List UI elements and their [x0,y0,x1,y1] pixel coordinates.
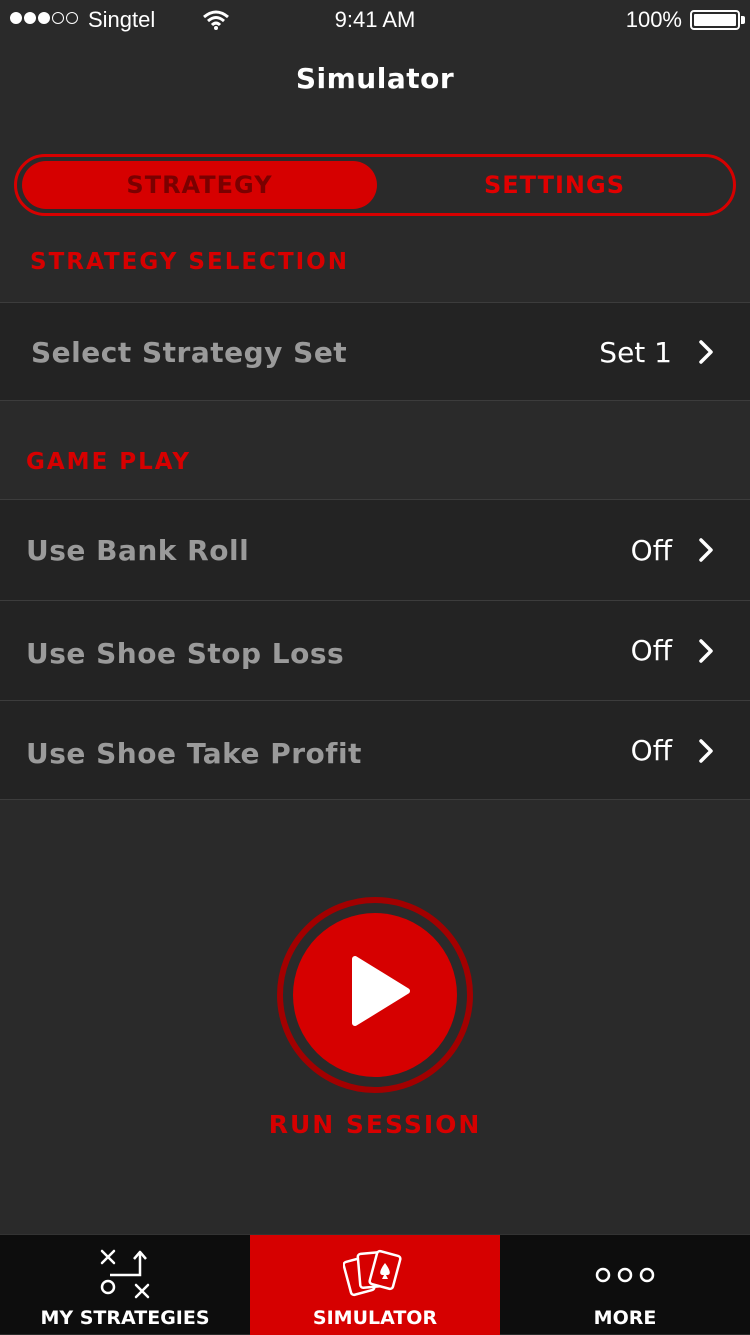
row-label: Use Bank Roll [26,534,250,567]
tab-label: MORE [593,1307,657,1329]
tab-label: SIMULATOR [312,1307,438,1329]
more-dots-icon [500,1265,750,1285]
segmented-control: STRATEGY SETTINGS [14,154,736,216]
row-label: Select Strategy Set [31,336,348,369]
section-header-game-play: GAME PLAY [26,449,192,475]
use-shoe-take-profit-row[interactable]: Use Shoe Take Profit Off [0,700,750,800]
tab-simulator[interactable]: SIMULATOR [250,1235,500,1335]
chevron-right-icon [698,738,714,768]
row-label: Use Shoe Stop Loss [26,637,345,670]
tab-my-strategies[interactable]: MY STRATEGIES [0,1235,250,1335]
run-session-button[interactable] [277,897,473,1093]
tab-more[interactable]: MORE [500,1235,750,1335]
chevron-right-icon [698,537,714,567]
use-shoe-stop-loss-row[interactable]: Use Shoe Stop Loss Off [0,600,750,700]
play-button-circle[interactable] [293,913,457,1077]
playbook-icon [0,1247,250,1301]
row-value: Set 1 [599,336,672,369]
select-strategy-set-row[interactable]: Select Strategy Set Set 1 [0,302,750,401]
tab-settings[interactable]: SETTINGS [377,161,732,209]
tab-bar: MY STRATEGIES SIMULATOR MORE [0,1234,750,1335]
row-value: Off [630,634,672,667]
row-label: Use Shoe Take Profit [26,737,362,770]
play-icon [352,956,410,1026]
run-session-label[interactable]: RUN SESSION [0,1110,750,1139]
row-value: Off [630,734,672,767]
use-bank-roll-row[interactable]: Use Bank Roll Off [0,499,750,600]
cards-icon [250,1247,500,1301]
section-header-strategy-selection: STRATEGY SELECTION [30,249,349,275]
battery-percent: 100% [625,7,682,32]
status-bar: Singtel 9:41 AM 100% [0,0,750,40]
tab-strategy[interactable]: STRATEGY [22,161,377,209]
tab-label: MY STRATEGIES [40,1307,210,1329]
chevron-right-icon [698,339,714,369]
chevron-right-icon [698,638,714,668]
battery-icon [690,10,740,30]
page-title: Simulator [295,62,455,95]
row-value: Off [630,534,672,567]
